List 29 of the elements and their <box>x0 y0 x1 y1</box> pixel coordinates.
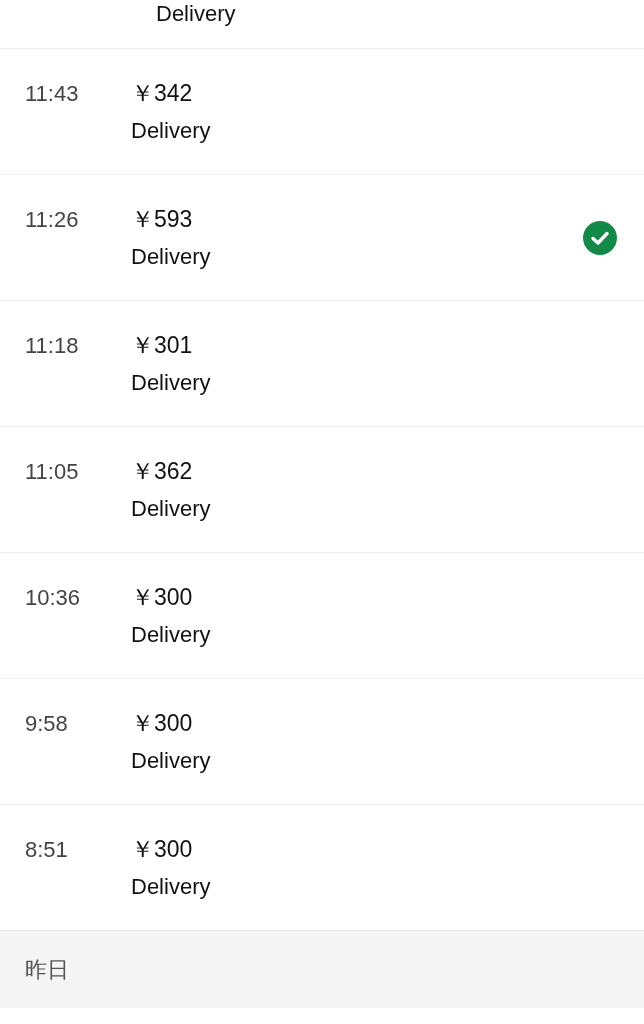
order-time: 9:58 <box>24 710 69 738</box>
order-row[interactable]: 11:05 ￥362 Delivery <box>0 427 644 553</box>
order-amount: ￥300 <box>131 709 193 738</box>
order-amount: ￥342 <box>131 79 193 108</box>
order-time: 10:36 <box>24 584 82 612</box>
delivery-label: Delivery <box>131 117 211 145</box>
delivery-label: Delivery <box>131 495 211 523</box>
delivery-label: Delivery <box>131 747 211 775</box>
order-row[interactable]: 11:26 ￥593 Delivery <box>0 175 644 301</box>
delivery-label: Delivery <box>131 369 211 397</box>
order-amount: ￥362 <box>131 457 193 486</box>
order-time: 8:51 <box>24 836 69 864</box>
order-row[interactable]: 10:36 ￥300 Delivery <box>0 553 644 679</box>
order-time: 11:05 <box>24 458 80 486</box>
order-row[interactable]: 9:58 ￥300 Delivery <box>0 679 644 805</box>
order-amount: ￥301 <box>131 331 193 360</box>
section-title: 昨日 <box>25 956 69 984</box>
delivery-label: Delivery <box>131 243 211 271</box>
delivery-label: Delivery <box>131 873 211 901</box>
order-time: 11:26 <box>24 206 80 234</box>
delivery-label: Delivery <box>156 1 236 27</box>
order-row[interactable]: 11:43 ￥342 Delivery <box>0 49 644 175</box>
order-time: 11:43 <box>24 80 80 108</box>
delivery-label: Delivery <box>131 621 211 649</box>
order-amount: ￥300 <box>131 835 193 864</box>
order-amount: ￥593 <box>131 205 193 234</box>
order-amount: ￥300 <box>131 583 193 612</box>
order-time: 11:18 <box>24 332 80 360</box>
order-row[interactable]: 11:18 ￥301 Delivery <box>0 301 644 427</box>
